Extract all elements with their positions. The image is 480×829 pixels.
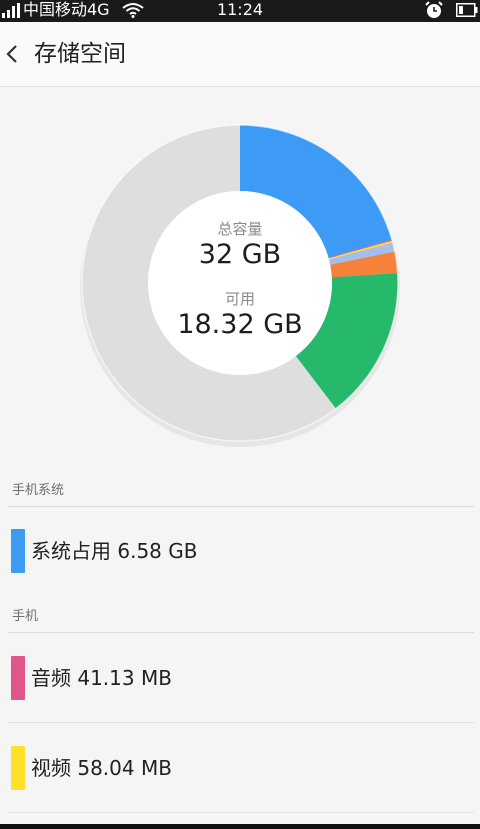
list-item-video[interactable]: 视频 58.04 MB bbox=[0, 724, 480, 812]
section-header-label: 手机 bbox=[12, 609, 39, 624]
bottom-edge bbox=[0, 824, 480, 829]
color-swatch bbox=[11, 656, 25, 700]
list-item-label: 音频 41.13 MB bbox=[31, 666, 172, 690]
divider bbox=[8, 722, 474, 723]
status-time: 11:24 bbox=[216, 0, 264, 19]
section-header-label: 手机系统 bbox=[12, 483, 65, 498]
storage-donut-chart: 总容量 32 GB 可用 18.32 GB bbox=[75, 118, 405, 448]
section-header-phone: 手机 bbox=[8, 606, 474, 633]
list-item-system[interactable]: 系统占用 6.58 GB bbox=[0, 507, 480, 595]
color-swatch bbox=[11, 746, 25, 790]
chevron-left-icon bbox=[6, 45, 17, 63]
total-capacity-label: 总容量 bbox=[217, 220, 263, 238]
section-header-system: 手机系统 bbox=[8, 480, 474, 507]
page-title: 存储空间 bbox=[34, 41, 126, 67]
color-swatch bbox=[11, 529, 25, 573]
total-capacity-value: 32 GB bbox=[198, 239, 282, 270]
status-bar: 中国移动4G 11:24 bbox=[0, 0, 480, 22]
list-item-label: 系统占用 6.58 GB bbox=[31, 539, 198, 563]
alarm-icon bbox=[425, 1, 443, 18]
list-item-audio[interactable]: 音频 41.13 MB bbox=[0, 634, 480, 722]
available-label: 可用 bbox=[224, 290, 255, 308]
app-bar: 存储空间 bbox=[0, 22, 480, 87]
battery-icon bbox=[456, 3, 478, 17]
available-value: 18.32 GB bbox=[177, 309, 303, 340]
back-button[interactable] bbox=[0, 32, 28, 76]
divider bbox=[8, 812, 474, 813]
list-item-label: 视频 58.04 MB bbox=[31, 756, 172, 780]
